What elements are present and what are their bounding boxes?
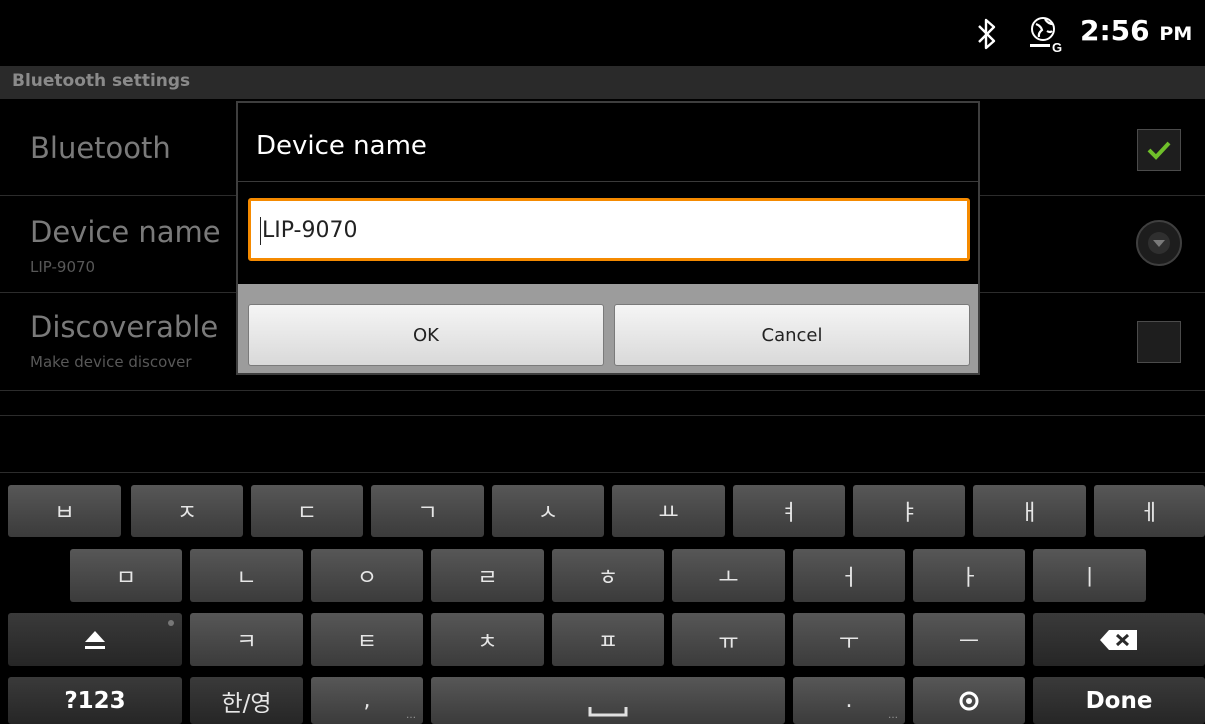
chevron-down-icon [1148, 232, 1170, 254]
more-indicator: … [888, 710, 898, 721]
comma-label: , [363, 688, 371, 713]
clock-time: 2:56 [1080, 14, 1150, 47]
key[interactable]: ㅋ [190, 613, 303, 666]
backspace-icon [1100, 629, 1137, 650]
setting-device-name-summary: LIP-9070 [30, 258, 96, 276]
device-name-dropdown-button[interactable] [1136, 220, 1182, 266]
symbols-key[interactable]: ?123 [8, 677, 182, 724]
cancel-button[interactable]: Cancel [614, 304, 970, 366]
key[interactable]: ㅑ [853, 485, 965, 537]
language-switch-key[interactable]: 한/영 [190, 677, 303, 724]
key[interactable]: ㄴ [190, 549, 303, 602]
key[interactable]: ㄷ [251, 485, 363, 537]
divider [0, 472, 1205, 473]
key[interactable]: ㅓ [793, 549, 905, 602]
keyboard-settings-key[interactable] [913, 677, 1025, 724]
clock-suffix: PM [1159, 23, 1193, 45]
more-indicator: … [406, 710, 416, 721]
key[interactable]: ㅅ [492, 485, 604, 537]
done-key[interactable]: Done [1033, 677, 1205, 724]
key[interactable]: ㅈ [131, 485, 243, 537]
divider [0, 390, 1205, 391]
checkmark-icon [1147, 141, 1171, 160]
key[interactable]: ㅁ [70, 549, 182, 602]
discoverable-checkbox[interactable] [1137, 321, 1181, 363]
space-key[interactable] [431, 677, 785, 724]
key[interactable]: ㅛ [612, 485, 725, 537]
network-globe-g-icon: G [1028, 16, 1066, 55]
key[interactable]: ㄱ [371, 485, 484, 537]
key[interactable]: ㄹ [431, 549, 544, 602]
bluetooth-icon [975, 17, 999, 51]
key[interactable]: ㅣ [1033, 549, 1146, 602]
page-title: Bluetooth settings [12, 71, 191, 91]
text-caret [260, 217, 261, 245]
svg-text:G: G [1052, 40, 1062, 54]
key[interactable]: ㅠ [672, 613, 785, 666]
backspace-key[interactable] [1033, 613, 1205, 666]
key[interactable]: ㅐ [973, 485, 1086, 537]
dialog-title: Device name [256, 131, 427, 161]
key[interactable]: ㅔ [1094, 485, 1205, 537]
shift-arrow-icon [85, 630, 105, 649]
setting-discoverable-title[interactable]: Discoverable [30, 310, 218, 344]
bluetooth-checkbox[interactable] [1137, 129, 1181, 171]
space-icon [588, 706, 628, 716]
key[interactable]: ㅡ [913, 613, 1025, 666]
divider [0, 415, 1205, 416]
shift-key[interactable] [8, 613, 182, 666]
key[interactable]: ㅕ [733, 485, 845, 537]
key[interactable]: ㅜ [793, 613, 905, 666]
dialog-divider [238, 181, 978, 182]
ok-button[interactable]: OK [248, 304, 604, 366]
key[interactable]: ㅌ [311, 613, 423, 666]
status-bar [0, 0, 1205, 66]
key[interactable]: ㅇ [311, 549, 423, 602]
clock: 2:56 PM [1080, 14, 1192, 47]
key[interactable]: ㅍ [552, 613, 664, 666]
key[interactable]: ㅊ [431, 613, 544, 666]
comma-key[interactable]: , … [311, 677, 423, 724]
settings-dot-icon [959, 691, 979, 710]
period-key[interactable]: . … [793, 677, 905, 724]
key[interactable]: ㅏ [913, 549, 1025, 602]
indicator-dot [168, 620, 174, 626]
period-label: . [845, 688, 853, 713]
key[interactable]: ㅎ [552, 549, 664, 602]
setting-discoverable-summary: Make device discover [30, 353, 192, 371]
setting-bluetooth-title[interactable]: Bluetooth [30, 131, 171, 165]
key[interactable]: ㅗ [672, 549, 785, 602]
device-name-input-value[interactable]: LIP-9070 [262, 218, 357, 243]
key[interactable]: ㅂ [8, 485, 121, 537]
setting-device-name-title[interactable]: Device name [30, 215, 221, 249]
